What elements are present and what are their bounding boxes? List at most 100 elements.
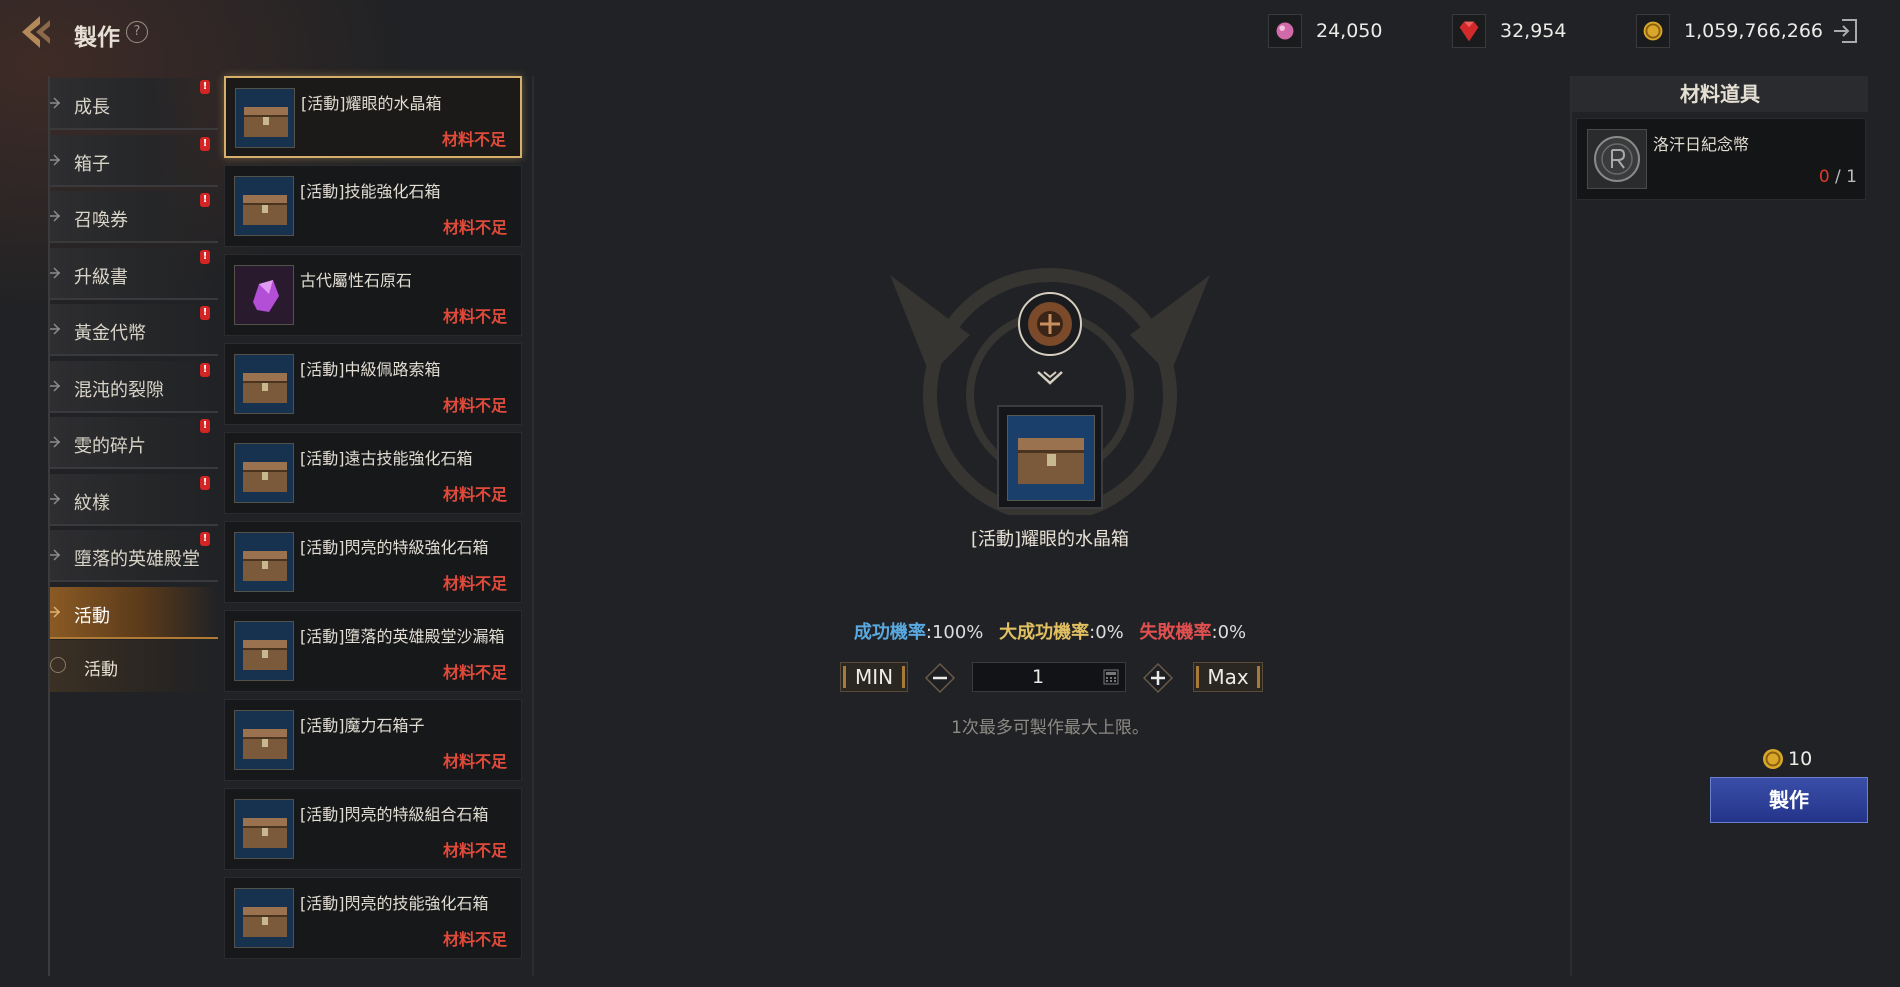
chest-icon	[234, 621, 294, 681]
list-divider	[532, 76, 534, 976]
category-growth[interactable]: 成長 !	[50, 78, 218, 130]
recipe-name: [活動]閃亮的特級強化石箱	[300, 538, 489, 557]
category-event[interactable]: 活動	[50, 587, 218, 639]
material-have: 0	[1818, 167, 1830, 187]
back-arrow-icon[interactable]	[16, 10, 60, 54]
coin-medal-icon	[1587, 129, 1647, 189]
recipe-item[interactable]: [活動]閃亮的特級組合石箱 材料不足	[224, 788, 522, 870]
alert-badge: !	[200, 250, 210, 264]
recipe-item[interactable]: [活動]魔力石箱子 材料不足	[224, 699, 522, 781]
recipe-name: [活動]遠古技能強化石箱	[300, 449, 473, 468]
recipe-medallion-icon	[1018, 292, 1082, 356]
page-title: 製作	[74, 25, 120, 51]
recipe-name: [活動]技能強化石箱	[300, 182, 441, 201]
recipe-status: 材料不足	[442, 485, 507, 504]
recipe-name: [活動]魔力石箱子	[300, 716, 425, 735]
alert-badge: !	[200, 306, 210, 320]
recipe-item[interactable]: [活動]閃亮的特級強化石箱 材料不足	[224, 521, 522, 603]
purple-crystal-icon	[234, 265, 294, 325]
success-rate-value: :100%	[925, 622, 984, 643]
chest-icon	[234, 176, 294, 236]
branch-node-icon	[50, 380, 61, 392]
branch-node-icon	[50, 493, 61, 505]
alert-badge: !	[200, 476, 210, 490]
category-label: 紋樣	[74, 493, 110, 514]
alert-badge: !	[200, 80, 210, 94]
recipe-name: [活動]墮落的英雄殿堂沙漏箱	[300, 627, 505, 646]
category-upgrade-book[interactable]: 升級書 !	[50, 248, 218, 300]
category-label: 箱子	[74, 154, 110, 175]
recipe-status: 材料不足	[442, 396, 507, 415]
top-bar: 製作 ? 24,050 32,954 1,059,766,266	[0, 0, 1900, 66]
chest-icon	[234, 443, 294, 503]
recipe-item[interactable]: [活動]中級佩路索箱 材料不足	[224, 343, 522, 425]
min-button[interactable]: MIN	[840, 662, 908, 692]
category-gold-token[interactable]: 黃金代幣 !	[50, 304, 218, 356]
gold-coin-icon	[1763, 749, 1783, 769]
chest-icon	[1007, 415, 1095, 501]
chest-icon	[235, 88, 295, 148]
calculator-icon[interactable]	[1103, 669, 1119, 685]
category-chaos-rift[interactable]: 混沌的裂隙 !	[50, 361, 218, 413]
category-box[interactable]: 箱子 !	[50, 135, 218, 187]
chest-icon	[234, 532, 294, 592]
recipe-item[interactable]: 古代屬性石原石 材料不足	[224, 254, 522, 336]
alert-badge: !	[200, 532, 210, 546]
category-fallen-hero-hall[interactable]: 墮落的英雄殿堂 !	[50, 530, 218, 582]
recipe-item[interactable]: [活動]遠古技能強化石箱 材料不足	[224, 432, 522, 514]
chest-icon	[234, 799, 294, 859]
category-summon-ticket[interactable]: 召喚券 !	[50, 191, 218, 243]
recipe-status: 材料不足	[442, 930, 507, 949]
recipe-status: 材料不足	[442, 307, 507, 326]
gold-count: 1,059,766,266	[1684, 20, 1824, 42]
max-button[interactable]: Max	[1193, 662, 1263, 692]
materials-divider	[1570, 76, 1572, 976]
category-label: 雯的碎片	[74, 436, 146, 457]
success-rate-label: 成功機率	[853, 622, 926, 643]
minus-icon[interactable]	[924, 662, 956, 694]
recipe-status: 材料不足	[442, 218, 507, 237]
red-ruby-icon	[1452, 14, 1486, 48]
alert-badge: !	[200, 193, 210, 207]
recipe-item[interactable]: [活動]耀眼的水晶箱 材料不足	[224, 76, 522, 158]
branch-node-icon	[50, 323, 61, 335]
alert-badge: !	[200, 419, 210, 433]
alert-badge: !	[200, 137, 210, 151]
chest-icon	[234, 888, 294, 948]
result-item-frame[interactable]	[997, 405, 1103, 509]
category-pattern[interactable]: 紋樣 !	[50, 474, 218, 526]
recipe-status: 材料不足	[442, 574, 507, 593]
recipe-item[interactable]: [活動]墮落的英雄殿堂沙漏箱 材料不足	[224, 610, 522, 692]
exit-icon[interactable]	[1830, 16, 1860, 46]
recipe-item[interactable]: [活動]技能強化石箱 材料不足	[224, 165, 522, 247]
chest-icon	[234, 354, 294, 414]
pink-gem-icon	[1268, 14, 1302, 48]
chevron-down-icon	[1037, 371, 1063, 385]
gold-coin-icon	[1636, 14, 1670, 48]
branch-node-icon	[50, 97, 61, 109]
craft-button[interactable]: 製作	[1710, 777, 1868, 823]
recipe-status: 材料不足	[442, 841, 507, 860]
great-success-rate-label: 大成功機率	[999, 622, 1090, 643]
branch-node-icon	[50, 436, 61, 448]
material-item[interactable]: 洛汗日紀念幣 0 / 1	[1576, 118, 1866, 200]
branch-node-icon	[50, 154, 61, 166]
material-name: 洛汗日紀念幣	[1653, 135, 1750, 154]
alert-badge: !	[200, 363, 210, 377]
category-label: 召喚券	[74, 210, 128, 231]
branch-node-icon	[50, 210, 61, 222]
category-label: 墮落的英雄殿堂	[74, 549, 200, 570]
category-label: 混沌的裂隙	[74, 380, 164, 401]
recipe-status: 材料不足	[442, 663, 507, 682]
subcategory-label: 活動	[84, 660, 118, 680]
materials-header: 材料道具	[1572, 76, 1868, 112]
plus-icon[interactable]	[1142, 662, 1174, 694]
help-icon[interactable]: ?	[126, 21, 148, 43]
category-fragment[interactable]: 雯的碎片 !	[50, 417, 218, 469]
subcategory-event[interactable]: 活動	[50, 640, 218, 692]
quantity-input[interactable]: 1	[972, 662, 1126, 692]
recipe-name: [活動]閃亮的技能強化石箱	[300, 894, 489, 913]
material-need: / 1	[1829, 167, 1857, 187]
fail-rate-label: 失敗機率	[1139, 622, 1212, 643]
recipe-item[interactable]: [活動]閃亮的技能強化石箱 材料不足	[224, 877, 522, 959]
